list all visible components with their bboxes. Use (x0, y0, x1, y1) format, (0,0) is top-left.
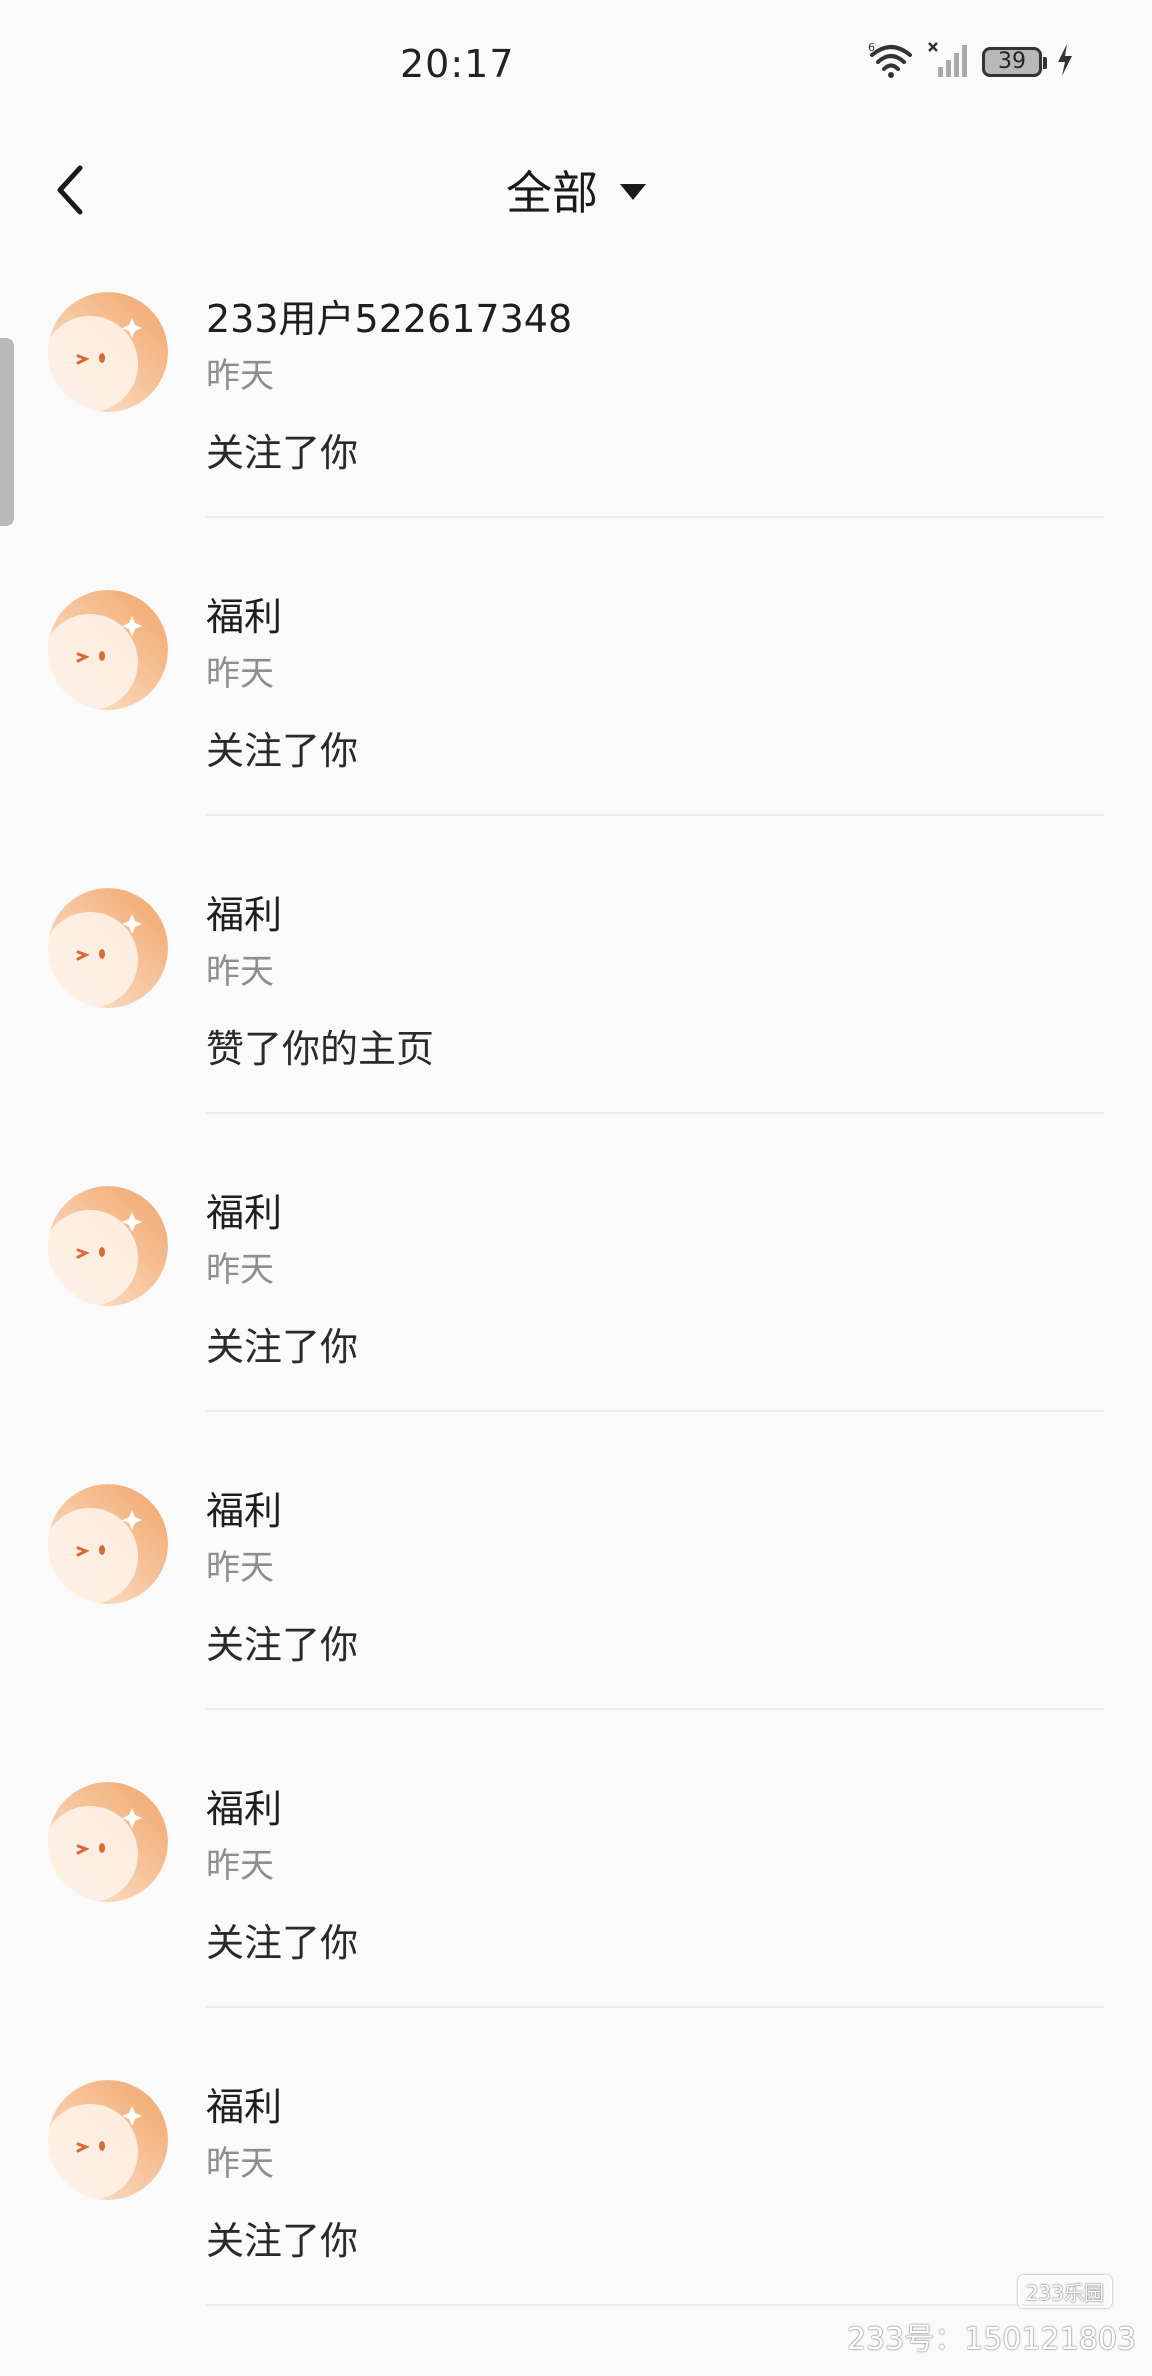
action-text: 关注了你 (206, 1325, 359, 1369)
status-bar: 20:17 6 39 (0, 0, 1152, 130)
charging-icon (1056, 43, 1074, 81)
page-title: 全部 (506, 166, 598, 220)
action-text: 赞了你的主页 (206, 1027, 435, 1071)
divider (206, 1708, 1104, 1710)
status-icons: 6 39 (868, 40, 1074, 84)
battery-level: 39 (998, 49, 1026, 74)
time-label: 昨天 (206, 356, 274, 396)
time-label: 昨天 (206, 1250, 274, 1290)
time-label: 昨天 (206, 952, 274, 992)
default-avatar-icon (48, 1484, 168, 1604)
time-label: 昨天 (206, 654, 274, 694)
default-avatar-icon (48, 1186, 168, 1306)
signal-off-icon (928, 41, 968, 83)
time-label: 昨天 (206, 1548, 274, 1588)
divider (206, 1112, 1104, 1114)
header: 全部 (0, 130, 1152, 250)
list-item[interactable]: 福利 昨天 关注了你 (0, 1472, 1152, 1770)
action-text: 关注了你 (206, 2219, 359, 2263)
filter-dropdown[interactable]: 全部 (0, 158, 1152, 222)
avatar[interactable] (48, 1186, 168, 1306)
user-name[interactable]: 福利 (206, 1778, 282, 1833)
status-time: 20:17 (400, 42, 515, 86)
action-text: 关注了你 (206, 729, 359, 773)
action-text: 关注了你 (206, 1623, 359, 1667)
user-name[interactable]: 福利 (206, 1480, 282, 1535)
default-avatar-icon (48, 292, 168, 412)
user-name[interactable]: 233用户522617348 (206, 288, 572, 343)
time-label: 昨天 (206, 2144, 274, 2184)
avatar[interactable] (48, 888, 168, 1008)
divider (206, 1410, 1104, 1412)
notification-list: 233用户522617348 昨天 关注了你 福利 昨天 关注了你 福利 昨天 … (0, 280, 1152, 2366)
avatar[interactable] (48, 2080, 168, 2200)
avatar[interactable] (48, 1484, 168, 1604)
user-name[interactable]: 福利 (206, 1182, 282, 1237)
list-item[interactable]: 福利 昨天 关注了你 (0, 1770, 1152, 2068)
default-avatar-icon (48, 590, 168, 710)
divider (206, 516, 1104, 518)
avatar[interactable] (48, 590, 168, 710)
svg-text:6: 6 (868, 41, 875, 54)
watermark-logo: 233乐园 (1017, 2275, 1112, 2308)
user-name[interactable]: 福利 (206, 2076, 282, 2131)
avatar[interactable] (48, 292, 168, 412)
list-item[interactable]: 福利 昨天 赞了你的主页 (0, 876, 1152, 1174)
default-avatar-icon (48, 2080, 168, 2200)
divider (206, 2006, 1104, 2008)
triangle-down-icon (620, 184, 646, 200)
divider (206, 814, 1104, 816)
list-item[interactable]: 福利 昨天 关注了你 (0, 578, 1152, 876)
user-name[interactable]: 福利 (206, 884, 282, 939)
user-name[interactable]: 福利 (206, 586, 282, 641)
watermark: 233乐园 233号：150121803 (847, 2275, 1136, 2358)
default-avatar-icon (48, 888, 168, 1008)
wifi-icon: 6 (868, 41, 914, 83)
watermark-id: 233号：150121803 (846, 2322, 1136, 2357)
default-avatar-icon (48, 1782, 168, 1902)
list-item[interactable]: 233用户522617348 昨天 关注了你 (0, 280, 1152, 578)
avatar[interactable] (48, 1782, 168, 1902)
list-item[interactable]: 福利 昨天 关注了你 (0, 1174, 1152, 1472)
action-text: 关注了你 (206, 431, 359, 475)
time-label: 昨天 (206, 1846, 274, 1886)
action-text: 关注了你 (206, 1921, 359, 1965)
battery-icon: 39 (982, 47, 1047, 77)
